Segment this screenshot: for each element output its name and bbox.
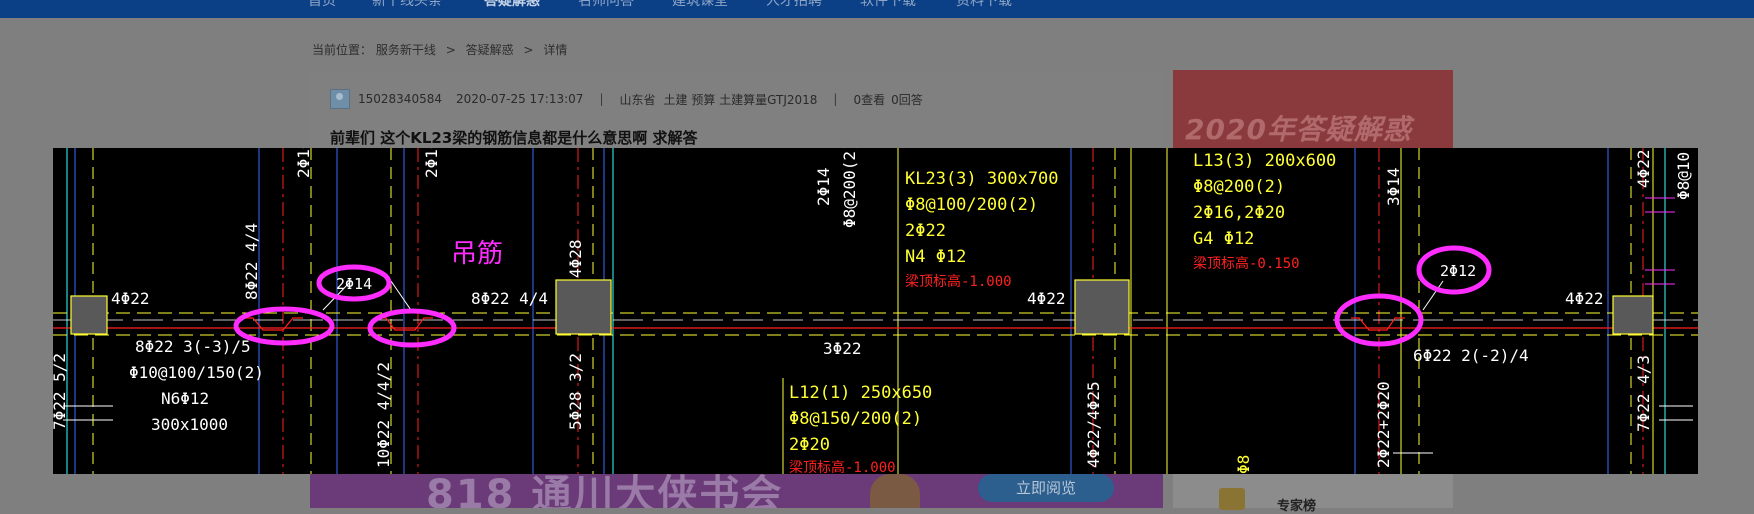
cad-kl23-line-2: Φ8@100/200(2) [905, 195, 1038, 215]
cad-vlabel-28top: 4Φ28 [566, 239, 585, 278]
cad-drawing: 4Φ22 8Φ22 4/4 4Φ22 4Φ22 3Φ22 6Φ22 2(-2)/… [53, 148, 1698, 474]
question-tags: 土建 预算 土建算量GTJ2018 [663, 92, 818, 107]
cad-vlabel-3-14: 3Φ14 [1384, 167, 1403, 206]
cad-label-mid: 3Φ22 [823, 339, 862, 358]
cad-vlabel-4-22-4-25: 4Φ22/4Φ25 [1084, 381, 1103, 468]
nav-item-headlines[interactable]: 新干线头条 [372, 0, 442, 10]
cad-left-beam-line-1: 8Φ22 3(-3)/5 [135, 337, 251, 356]
cad-vlabel-2-22-2-20: 2Φ22+2Φ20 [1374, 381, 1393, 468]
cad-label-r1: 6Φ22 2(-2)/4 [1413, 346, 1529, 365]
question-meta: 15028340584 2020-07-25 17:13:07 | 山东省 土建… [330, 89, 923, 109]
cad-annotation-hanger: 吊筋 [451, 239, 503, 269]
read-now-button[interactable]: 立即阅览 [978, 474, 1114, 502]
promo-text: 818 通川大侠书会 [426, 472, 784, 508]
avatar[interactable] [330, 89, 350, 109]
cad-circle-label-1: 2Φ14 [336, 275, 372, 293]
cad-vlabel-8-10r: Φ8@10 [1674, 152, 1693, 200]
cad-l13-elevation: 梁顶标高-0.150 [1193, 255, 1300, 272]
cad-l12-line-1: L12(1) 250x650 [789, 383, 932, 403]
cad-left-beam-line-2: Φ10@100/150(2) [129, 363, 264, 382]
cad-l13-line-3: 2Φ16,2Φ20 [1193, 203, 1285, 223]
cad-left-beam-line-3: N6Φ12 [161, 389, 209, 408]
cad-kl23-line-4: N4 Φ12 [905, 247, 966, 267]
promo-illustration [870, 474, 920, 508]
side-banner-text: 2020年答疑解惑 [1185, 113, 1412, 146]
question-title: 前辈们 这个KL23梁的钢筋信息都是什么意思啊 求解答 [330, 129, 698, 147]
breadcrumb-item-qa[interactable]: 答疑解惑 [466, 43, 514, 57]
cad-kl23-labels: KL23(3) 300x700 Φ8@100/200(2) 2Φ22 N4 Φ1… [905, 169, 1059, 267]
side-banner[interactable]: 2020年答疑解惑 [1173, 70, 1453, 150]
cad-l13-line-2: Φ8@200(2) [1193, 177, 1285, 197]
promo-banner[interactable]: 818 通川大侠书会 立即阅览 [310, 470, 1163, 508]
cad-magenta-ticks [1645, 197, 1675, 285]
cad-left-beam-line-4: 300x1000 [151, 415, 228, 434]
expert-list-label[interactable]: 专家榜 [1277, 495, 1316, 514]
cad-left-beam-labels: 8Φ22 3(-3)/5 Φ10@100/150(2) N6Φ12 300x10… [129, 337, 264, 434]
nav-item-docs[interactable]: 资料下载 [956, 0, 1012, 10]
breadcrumb-prefix: 当前位置： [312, 43, 373, 57]
cad-vlabel-left3: 2Φ10 [422, 148, 441, 178]
question-answers: 0回答 [891, 92, 923, 107]
nav-item-jobs[interactable]: 人才招聘 [766, 0, 822, 10]
cad-l12-elevation: 梁顶标高-1.000 [789, 459, 896, 474]
cad-vlabel-left1: 8Φ22 4/4 [242, 223, 261, 300]
cad-vlabel-7-22r: 7Φ22 4/3 [1634, 355, 1653, 432]
cad-vlabel-10b: 10Φ22 4/4/2 [374, 362, 393, 468]
breadcrumb-separator: > [523, 43, 534, 57]
breadcrumb-separator: > [445, 43, 456, 57]
nav-item-qa[interactable]: 答疑解惑 [484, 0, 540, 10]
cad-kl23-elevation: 梁顶标高-1.000 [905, 273, 1012, 290]
cad-circle-label-2: 2Φ12 [1440, 262, 1476, 280]
cad-l13-line-1: L13(3) 200x600 [1193, 151, 1336, 171]
cad-label-l5: 4Φ22 [1565, 289, 1604, 308]
cad-l13-line-4: G4 Φ12 [1193, 229, 1254, 249]
nav-item-home[interactable]: 首页 [308, 0, 336, 10]
cad-label-l1: 4Φ22 [111, 289, 150, 308]
cad-vlabel-58: Φ8 [1234, 455, 1253, 474]
breadcrumb: 当前位置： 服务新干线 > 答疑解惑 > 详情 [312, 41, 567, 58]
nav-item-classroom[interactable]: 建筑课堂 [672, 0, 728, 10]
breadcrumb-item-detail: 详情 [543, 43, 568, 57]
cad-vlabel-4-22r: 4Φ22 [1634, 149, 1653, 188]
trophy-icon [1219, 488, 1245, 510]
cad-label-l4: 4Φ22 [1027, 289, 1066, 308]
cad-vlabel-7l: 7Φ22 5/2 [53, 353, 69, 430]
cad-highlight-circles [233, 245, 1492, 348]
top-nav: 首页 新干线头条 答疑解惑 名师问答 建筑课堂 人才招聘 软件下载 资料下载 [0, 0, 1754, 18]
cad-vlabel-28bot: 5Φ28 3/2 [566, 353, 585, 430]
question-user[interactable]: 15028340584 [358, 92, 442, 106]
question-datetime: 2020-07-25 17:13:07 [455, 92, 584, 106]
nav-item-teacher-qa[interactable]: 名师问答 [578, 0, 634, 10]
cad-l13-labels: L13(3) 200x600 Φ8@200(2) 2Φ16,2Φ20 G4 Φ1… [1193, 151, 1336, 249]
cad-horizontal-beams [53, 312, 1698, 336]
breadcrumb-item-service[interactable]: 服务新干线 [376, 43, 436, 57]
nav-item-software[interactable]: 软件下载 [860, 0, 916, 10]
cad-kl23-line-3: 2Φ22 [905, 221, 946, 241]
cad-label-l3: 8Φ22 4/4 [471, 289, 548, 308]
cad-l12-labels: L12(1) 250x650 Φ8@150/200(2) 2Φ20 [789, 383, 932, 455]
cad-vlabel-2-14: 2Φ14 [814, 167, 833, 206]
cad-image-viewer[interactable]: 4Φ22 8Φ22 4/4 4Φ22 4Φ22 3Φ22 6Φ22 2(-2)/… [53, 148, 1698, 474]
question-views: 0查看 [853, 92, 886, 107]
question-region: 山东省 [619, 92, 656, 107]
cad-vlabel-left2: 2Φ10 [294, 148, 313, 178]
cad-l12-line-3: 2Φ20 [789, 435, 830, 455]
cad-l12-line-2: Φ8@150/200(2) [789, 409, 922, 429]
cad-vlabel-8-200: Φ8@200(2) [840, 148, 859, 228]
cad-kl23-line-1: KL23(3) 300x700 [905, 169, 1059, 189]
